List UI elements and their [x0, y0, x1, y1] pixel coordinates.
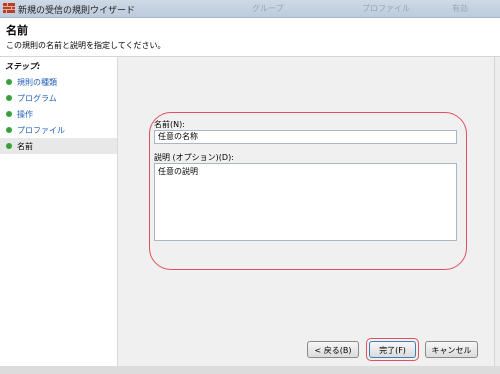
background-tab-profile: プロファイル	[362, 4, 410, 13]
step-label: プロファイル	[17, 126, 65, 135]
page-header: 名前 この規則の名前と説明を指定してください。	[0, 18, 500, 57]
window-title: 新規の受信の規則ウイザード	[18, 6, 136, 16]
step-item-program[interactable]: プログラム	[0, 90, 117, 106]
page-subtitle: この規則の名前と説明を指定してください。	[6, 41, 166, 50]
window-bottom-edge	[0, 366, 500, 374]
step-bullet-icon	[6, 143, 12, 149]
step-item-profile[interactable]: プロファイル	[0, 122, 117, 138]
step-bullet-icon	[6, 111, 12, 117]
step-label: プログラム	[17, 94, 57, 103]
step-label: 操作	[17, 110, 33, 119]
finish-button[interactable]: 完了(F)	[369, 341, 416, 358]
background-tab-enabled: 有効	[452, 4, 468, 13]
cancel-button[interactable]: キャンセル	[425, 341, 478, 358]
step-item-rule-type[interactable]: 規則の種類	[0, 74, 117, 90]
background-tab-group: グループ	[252, 4, 284, 13]
step-bullet-icon	[6, 95, 12, 101]
fields-highlight-annotation	[149, 112, 467, 270]
page-title: 名前	[6, 24, 28, 37]
content-edge	[494, 57, 500, 366]
step-label: 名前	[17, 142, 33, 151]
steps-panel: ステップ: 規則の種類 プログラム 操作 プロファイル 名前	[0, 57, 118, 366]
step-bullet-icon	[6, 127, 12, 133]
title-bar: 新規の受信の規則ウイザード グループ プロファイル 有効	[0, 0, 500, 18]
wizard-window: 新規の受信の規則ウイザード グループ プロファイル 有効 名前 この規則の名前と…	[0, 0, 500, 374]
step-bullet-icon	[6, 79, 12, 85]
firewall-icon	[3, 3, 15, 13]
steps-heading: ステップ:	[5, 62, 41, 71]
step-label: 規則の種類	[17, 78, 57, 87]
step-item-action[interactable]: 操作	[0, 106, 117, 122]
step-item-name[interactable]: 名前	[0, 138, 117, 154]
back-button[interactable]: < 戻る(B)	[307, 341, 359, 358]
